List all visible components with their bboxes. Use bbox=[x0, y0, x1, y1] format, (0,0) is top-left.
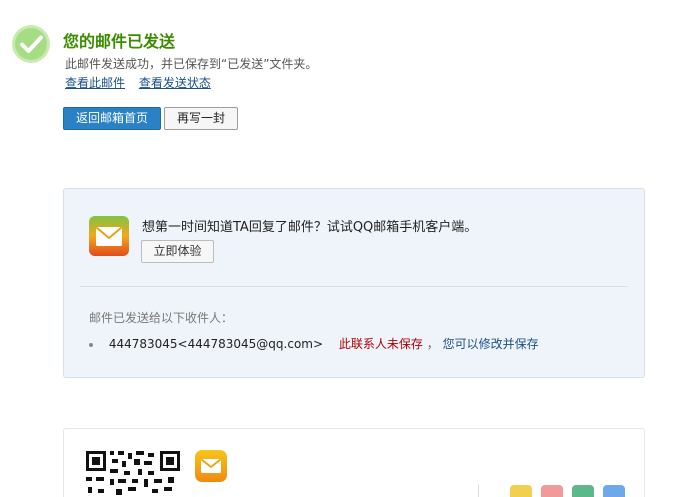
edit-and-save-link[interactable]: 您可以修改并保存 bbox=[443, 337, 539, 351]
calendar-app-icon[interactable] bbox=[541, 485, 563, 497]
qq-mail-app-icon bbox=[89, 216, 129, 256]
page-title: 您的邮件已发送 bbox=[63, 32, 176, 51]
info-panel: 想第一时间知道TA回复了邮件？试试QQ邮箱手机客户端。 立即体验 邮件已发送给以… bbox=[63, 188, 645, 378]
separator: ， bbox=[426, 337, 439, 351]
mail-links: 查看此邮件 查看发送状态 bbox=[65, 74, 221, 91]
qr-code-icon bbox=[84, 449, 182, 497]
recipient-email: 444783045<444783045@qq.com> bbox=[108, 337, 324, 351]
view-mail-link[interactable]: 查看此邮件 bbox=[65, 76, 125, 90]
write-again-button[interactable]: 再写一封 bbox=[164, 107, 238, 130]
vertical-divider bbox=[478, 484, 479, 497]
bullet-icon bbox=[89, 342, 93, 347]
recipient-item: 444783045<444783045@qq.com> 此联系人未保存 ， 您可… bbox=[89, 335, 539, 352]
panel-divider bbox=[80, 286, 628, 287]
app-store-icon[interactable] bbox=[603, 485, 625, 497]
send-success-message: 此邮件发送成功，并已保存到“已发送”文件夹。 bbox=[65, 57, 318, 71]
note-app-icon[interactable] bbox=[510, 485, 532, 497]
contact-not-saved-label: 此联系人未保存 bbox=[338, 337, 423, 351]
app-download-panel bbox=[63, 428, 645, 497]
view-status-link[interactable]: 查看发送状态 bbox=[139, 76, 211, 90]
promo-text: 想第一时间知道TA回复了邮件？试试QQ邮箱手机客户端。 bbox=[142, 220, 478, 235]
recipients-label: 邮件已发送给以下收件人： bbox=[89, 311, 234, 325]
back-to-inbox-button[interactable]: 返回邮箱首页 bbox=[63, 107, 161, 130]
qq-mail-icon bbox=[195, 450, 227, 482]
document-app-icon[interactable] bbox=[572, 485, 594, 497]
check-circle-icon bbox=[12, 25, 50, 63]
try-now-button[interactable]: 立即体验 bbox=[141, 240, 214, 263]
